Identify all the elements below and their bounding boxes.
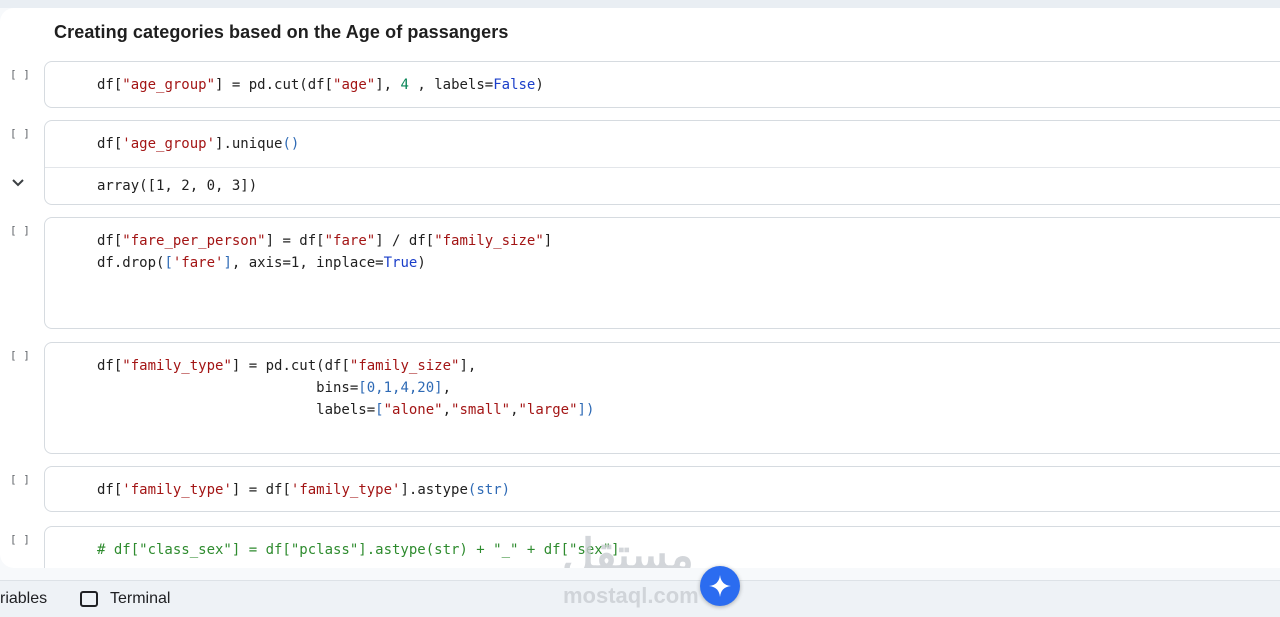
section-heading: Creating categories based on the Age of … bbox=[54, 22, 509, 42]
code-token: ] = df[ bbox=[265, 233, 325, 249]
code-editor[interactable]: df["fare_per_person"] = df["fare"] / df[… bbox=[97, 230, 552, 274]
code-editor[interactable]: df["age_group"] = pd.cut(df["age"], 4 , … bbox=[97, 74, 544, 96]
notebook-panel: Creating categories based on the Age of … bbox=[0, 8, 1280, 568]
cell-output: array([1, 2, 0, 3]) bbox=[97, 178, 258, 194]
code-line: df["fare_per_person"] = df["fare"] / df[… bbox=[97, 230, 552, 252]
code-token: ) bbox=[417, 255, 426, 271]
code-token: ].astype bbox=[400, 482, 468, 498]
code-token: df[ bbox=[97, 136, 123, 152]
code-token: ]) bbox=[577, 402, 595, 418]
gemini-button[interactable] bbox=[700, 566, 740, 606]
code-line: bins=[0,1,4,20], bbox=[97, 377, 594, 399]
code-token: , bbox=[442, 380, 452, 396]
code-token: ] = pd.cut(df[ bbox=[231, 358, 350, 374]
terminal-icon bbox=[80, 591, 98, 607]
sparkle-icon bbox=[709, 575, 731, 597]
code-cell[interactable]: df['age_group'].unique() array([1, 2, 0,… bbox=[44, 120, 1280, 205]
code-line: df.drop(['fare'], axis=1, inplace=True) bbox=[97, 252, 552, 274]
code-token: labels= bbox=[97, 402, 376, 418]
code-line: df['age_group'].unique() bbox=[97, 133, 299, 155]
code-cell[interactable]: df["family_type"] = pd.cut(df["family_si… bbox=[44, 342, 1280, 454]
code-line: df["age_group"] = pd.cut(df["age"], 4 , … bbox=[97, 74, 544, 96]
code-cell[interactable]: df["fare_per_person"] = df["fare"] / df[… bbox=[44, 217, 1280, 329]
code-token: bins= bbox=[97, 380, 359, 396]
code-token: ].unique bbox=[215, 136, 283, 152]
code-token: , bbox=[442, 402, 452, 418]
output-separator bbox=[45, 167, 1280, 168]
code-token: "age_group" bbox=[122, 77, 216, 93]
run-cell-button[interactable]: [ ] bbox=[10, 473, 30, 486]
code-token: df[ bbox=[97, 482, 123, 498]
code-token: True bbox=[383, 255, 418, 271]
code-token: [ bbox=[164, 255, 173, 271]
code-token: 'family_type' bbox=[122, 482, 232, 498]
code-token: ] bbox=[543, 233, 553, 249]
code-token: "family_type" bbox=[122, 358, 232, 374]
run-cell-button[interactable]: [ ] bbox=[10, 533, 30, 546]
code-token: "large" bbox=[518, 402, 578, 418]
code-line: df['family_type'] = df['family_type'].as… bbox=[97, 479, 510, 501]
code-token: "small" bbox=[451, 402, 511, 418]
code-token: ] / df[ bbox=[375, 233, 435, 249]
code-token: df[ bbox=[97, 77, 123, 93]
notebook-area: Creating categories based on the Age of … bbox=[0, 0, 1280, 580]
code-editor[interactable]: df['family_type'] = df['family_type'].as… bbox=[97, 479, 510, 501]
code-editor[interactable]: # df["class_sex"] = df["pclass"].astype(… bbox=[97, 539, 620, 561]
code-token: 'family_type' bbox=[290, 482, 401, 498]
watermark-arabic: مستقل bbox=[562, 531, 694, 568]
code-token: False bbox=[493, 77, 536, 93]
code-token: () bbox=[282, 136, 300, 152]
code-token: , labels= bbox=[408, 77, 494, 93]
run-cell-button[interactable]: [ ] bbox=[10, 224, 30, 237]
code-cell[interactable]: df['family_type'] = df['family_type'].as… bbox=[44, 466, 1280, 512]
code-token: 4 bbox=[400, 77, 409, 93]
watermark-latin: mostaql.com bbox=[563, 583, 699, 608]
variables-tab[interactable]: riables bbox=[0, 590, 47, 608]
code-token: df.drop( bbox=[97, 255, 165, 271]
code-token: [0,1,4,20] bbox=[358, 380, 443, 396]
code-token: 'fare' bbox=[172, 255, 224, 271]
code-token: "family_size" bbox=[349, 358, 460, 374]
code-token: ], bbox=[459, 358, 477, 374]
code-token: [ bbox=[375, 402, 384, 418]
code-editor[interactable]: df["family_type"] = pd.cut(df["family_si… bbox=[97, 355, 594, 421]
chevron-down-icon[interactable] bbox=[11, 178, 25, 188]
code-token: , bbox=[510, 402, 519, 418]
code-token: (str) bbox=[467, 482, 511, 498]
code-editor[interactable]: df['age_group'].unique() bbox=[97, 133, 299, 155]
code-token: "fare_per_person" bbox=[122, 233, 266, 249]
code-token: "family_size" bbox=[434, 233, 544, 249]
code-cell[interactable]: df["age_group"] = pd.cut(df["age"], 4 , … bbox=[44, 61, 1280, 108]
code-line: # df["class_sex"] = df["pclass"].astype(… bbox=[97, 539, 620, 561]
code-token: ] = df[ bbox=[231, 482, 291, 498]
terminal-tab[interactable]: Terminal bbox=[110, 590, 170, 608]
code-token: df[ bbox=[97, 233, 123, 249]
run-cell-button[interactable]: [ ] bbox=[10, 349, 30, 362]
code-token: df[ bbox=[97, 358, 123, 374]
run-cell-button[interactable]: [ ] bbox=[10, 68, 30, 81]
code-line: df["family_type"] = pd.cut(df["family_si… bbox=[97, 355, 594, 377]
code-line: labels=["alone","small","large"]) bbox=[97, 399, 594, 421]
top-strip bbox=[0, 0, 1280, 8]
code-token: 'age_group' bbox=[122, 136, 216, 152]
code-token: "age" bbox=[333, 77, 376, 93]
code-token: , axis=1, inplace= bbox=[231, 255, 384, 271]
code-token: "alone" bbox=[383, 402, 443, 418]
code-token: ) bbox=[535, 77, 544, 93]
code-token: "fare" bbox=[324, 233, 376, 249]
bottom-bar: riables Terminal mostaql.com bbox=[0, 580, 1280, 617]
code-token: ] bbox=[223, 255, 232, 271]
code-token: ] = pd.cut(df[ bbox=[215, 77, 334, 93]
code-token: ], bbox=[375, 77, 401, 93]
run-cell-button[interactable]: [ ] bbox=[10, 127, 30, 140]
code-token: # df["class_sex"] = df["pclass"].astype(… bbox=[97, 542, 620, 558]
